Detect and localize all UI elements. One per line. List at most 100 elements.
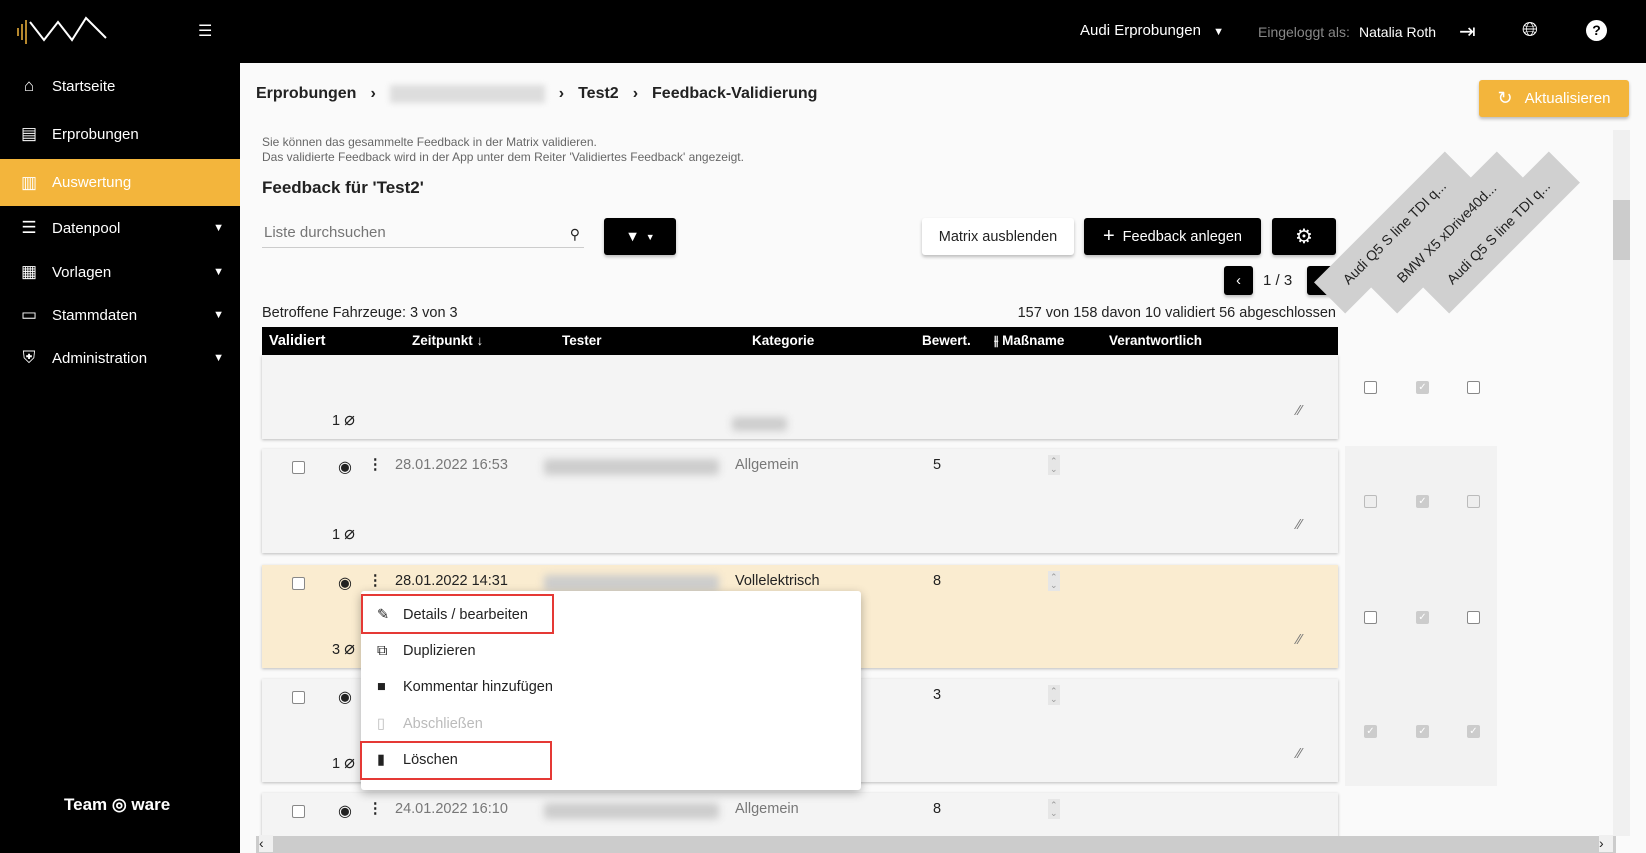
caret-down-icon: ▼	[645, 231, 655, 242]
matrix-checkbox[interactable]	[1364, 495, 1377, 508]
horizontal-scrollbar[interactable]: ‹ ›	[256, 835, 1616, 853]
more-vert-icon[interactable]: ⋮	[368, 457, 383, 473]
eye-icon[interactable]: ◉	[338, 801, 352, 821]
filter-button[interactable]: ▼ ▼	[604, 218, 676, 255]
rating: 8	[933, 573, 942, 589]
chevron-right-icon: ›	[632, 85, 639, 102]
matrix-checkbox[interactable]: ✓	[1416, 495, 1429, 508]
attachment-count[interactable]: 1 ⌀	[332, 752, 355, 773]
validated-checkbox[interactable]	[292, 691, 305, 704]
breadcrumb-current: Feedback-Validierung	[652, 85, 818, 102]
sidebar-item-auswertung[interactable]: ▥ Auswertung	[0, 159, 240, 206]
breadcrumb-erprobungen[interactable]: Erprobungen	[256, 85, 356, 103]
attachment-count[interactable]: 3 ⌀	[332, 638, 355, 659]
scroll-left-icon[interactable]: ‹	[259, 835, 273, 852]
sidebar-item-label: Vorlagen	[52, 263, 112, 281]
validated-checkbox[interactable]	[292, 577, 305, 590]
resize-handle-icon[interactable]: ⁄⁄	[1297, 746, 1302, 762]
search-field[interactable]	[262, 224, 542, 241]
sidebar-item-erprobungen[interactable]: ▤ Erprobungen	[0, 112, 240, 156]
scrollbar-thumb[interactable]	[1613, 200, 1630, 260]
help-icon[interactable]: ?	[1586, 20, 1607, 41]
settings-button[interactable]: ⚙	[1272, 218, 1336, 255]
matrix-checkbox[interactable]	[1467, 611, 1480, 624]
eye-icon[interactable]: ◉	[338, 457, 352, 477]
paperclip-icon: ⌀	[344, 638, 355, 658]
category-redacted	[732, 417, 787, 431]
table-row[interactable]: 1 ⌀ ⁄⁄	[262, 355, 1338, 439]
matrix-checkbox[interactable]	[1467, 381, 1480, 394]
validated-checkbox[interactable]	[292, 461, 305, 474]
plus-icon: +	[1102, 225, 1115, 247]
attachment-count[interactable]: 1 ⌀	[332, 409, 355, 430]
menu-item-add-comment[interactable]: ■ Kommentar hinzufügen	[361, 669, 861, 705]
matrix-checkbox[interactable]: ✓	[1467, 725, 1480, 738]
col-validiert[interactable]: Validiert	[269, 333, 325, 349]
search-input[interactable]: ⚲	[262, 224, 584, 248]
matrix-checkbox[interactable]	[1467, 495, 1480, 508]
resize-handle-icon[interactable]: ⁄⁄	[1297, 517, 1302, 533]
matrix-checkbox[interactable]: ✓	[1416, 611, 1429, 624]
sidebar-item-stammdaten[interactable]: ▭ Stammdaten ▼	[0, 293, 240, 337]
matrix-checkbox[interactable]	[1364, 381, 1377, 394]
breadcrumb-test2[interactable]: Test2	[578, 85, 619, 103]
validated-checkbox[interactable]	[292, 805, 305, 818]
more-vert-icon[interactable]: ⋮	[368, 573, 383, 589]
refresh-button[interactable]: ↻ Aktualisieren	[1479, 80, 1629, 117]
document-icon: ▯	[377, 716, 385, 732]
add-feedback-button[interactable]: + Feedback anlegen	[1084, 218, 1261, 255]
logout-icon[interactable]: ⇥	[1459, 19, 1476, 44]
matrix-checkbox[interactable]: ✓	[1416, 725, 1429, 738]
sidebar-item-startseite[interactable]: ⌂ Startseite	[0, 64, 240, 108]
rating-stepper[interactable]: ⌃ ⌄	[1048, 685, 1060, 705]
rating-stepper[interactable]: ⌃ ⌄	[1048, 571, 1060, 591]
vehicles-count: Betroffene Fahrzeuge: 3 von 3	[262, 305, 458, 321]
globe-icon[interactable]: 🌐︎	[1522, 19, 1538, 42]
breadcrumb-redacted[interactable]	[389, 85, 545, 103]
resize-handle-icon[interactable]: ⁄⁄	[1297, 632, 1302, 648]
sidebar-item-datenpool[interactable]: ☰ Datenpool ▼	[0, 206, 240, 250]
eye-icon[interactable]: ◉	[338, 573, 352, 593]
more-vert-icon[interactable]: ⋮	[368, 801, 383, 817]
chevron-down-icon: ▼	[213, 309, 224, 321]
eye-icon[interactable]: ◉	[338, 687, 352, 707]
layout-icon: ▦	[20, 262, 38, 281]
gear-icon: ⚙	[1295, 226, 1313, 248]
tester-redacted	[544, 575, 719, 591]
matrix-checkbox[interactable]: ✓	[1416, 381, 1429, 394]
prev-page-button[interactable]: ‹	[1224, 266, 1253, 295]
resize-handle-icon[interactable]: ⁄⁄	[1297, 403, 1302, 419]
filter-icon: ▼	[625, 228, 640, 245]
col-tester[interactable]: Tester	[562, 333, 602, 348]
caret-down-icon: ▼	[1213, 26, 1224, 38]
rating-stepper[interactable]: ⌃ ⌄	[1048, 799, 1060, 819]
col-kategorie[interactable]: Kategorie	[752, 333, 814, 348]
scroll-right-icon[interactable]: ›	[1599, 835, 1613, 852]
home-icon: ⌂	[23, 76, 35, 95]
attachment-count[interactable]: 1 ⌀	[332, 523, 355, 544]
matrix-checkbox[interactable]: ✓	[1364, 725, 1377, 738]
col-bewertung[interactable]: Bewert.	[922, 333, 971, 348]
project-selector[interactable]: Audi Erprobungen ▼	[1080, 22, 1224, 39]
col-zeitpunkt[interactable]: Zeitpunkt ↓	[412, 333, 483, 348]
table-row[interactable]: ◉ ⋮ 28.01.2022 16:53 Allgemein 5 ⌃ ⌄ 1 ⌀ ⁄⁄	[262, 449, 1338, 553]
collapse-menu-icon[interactable]: ☰	[198, 21, 212, 41]
sidebar-item-vorlagen[interactable]: ▦ Vorlagen ▼	[0, 250, 240, 294]
chevron-down-icon: ▼	[213, 266, 224, 278]
sidebar-item-administration[interactable]: ⛨ Administration ▼	[0, 336, 240, 380]
rating-stepper[interactable]: ⌃ ⌄	[1048, 455, 1060, 475]
hide-matrix-button[interactable]: Matrix ausblenden	[922, 218, 1074, 255]
col-massname[interactable]: ⫲ Maßname	[994, 333, 1064, 349]
teamware-logo: Team ◎ ware	[64, 795, 171, 814]
vertical-scrollbar[interactable]	[1613, 130, 1630, 836]
rating: 3	[933, 687, 942, 703]
page-title: Feedback für 'Test2'	[262, 178, 424, 197]
attachment-number: 3	[332, 642, 341, 658]
matrix-checkbox[interactable]	[1364, 611, 1377, 624]
search-icon[interactable]: ⚲	[570, 226, 580, 243]
sidebar-item-label: Datenpool	[52, 219, 121, 237]
shield-icon: ⛨	[22, 348, 36, 367]
tester-redacted	[544, 459, 719, 475]
menu-item-duplicate[interactable]: ⧉ Duplizieren	[361, 633, 861, 669]
col-verantwortlich[interactable]: Verantwortlich	[1109, 333, 1202, 348]
